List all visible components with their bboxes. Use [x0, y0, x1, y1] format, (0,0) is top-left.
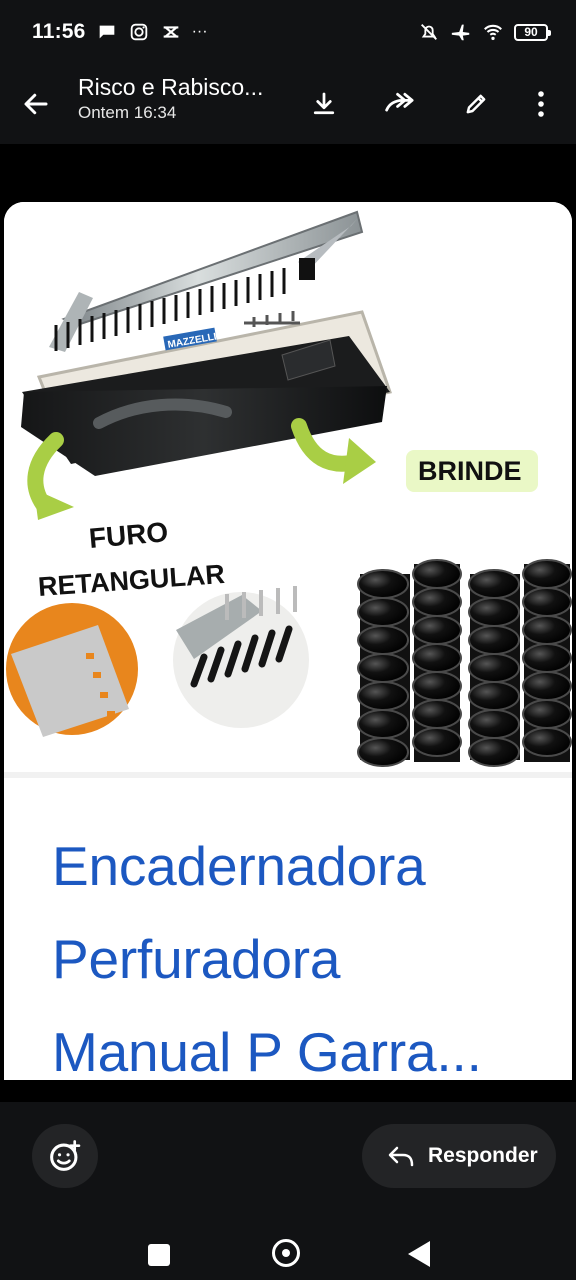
- download-icon: [313, 92, 335, 115]
- battery-indicator: 90: [514, 23, 551, 41]
- emoji-add-icon: [50, 1140, 81, 1171]
- more-vert-icon: [538, 91, 544, 117]
- instagram-icon: [130, 23, 147, 41]
- system-navigation-bar: [0, 1214, 576, 1280]
- product-title-line-1: Encadernadora: [52, 835, 426, 897]
- emoji-reaction-button[interactable]: [32, 1124, 98, 1188]
- message-timestamp: Ontem 16:34: [78, 103, 177, 122]
- muted-bell-icon: [421, 24, 437, 40]
- airplane-icon: [451, 24, 470, 41]
- reply-label: Responder: [428, 1144, 538, 1167]
- pencil-icon: [466, 94, 486, 114]
- more-options-button[interactable]: [514, 64, 568, 144]
- bottom-action-panel: Responder: [0, 1102, 576, 1280]
- card-divider: [4, 772, 572, 778]
- status-time: 11:56: [32, 20, 86, 43]
- download-button[interactable]: [286, 64, 362, 144]
- reply-icon: [388, 1146, 414, 1167]
- link-preview-card[interactable]: MAZZELLI BRINDE FURO RETANGULAR Encadern…: [4, 202, 572, 1080]
- forward-button[interactable]: [362, 64, 438, 144]
- product-title-line-2: Perfuradora: [52, 928, 341, 990]
- status-bar: 11:56 ··· 90: [0, 0, 576, 64]
- back-button[interactable]: [0, 64, 72, 144]
- wifi-icon: [484, 24, 502, 41]
- product-title[interactable]: Encadernadora Perfuradora Manual P Garra…: [52, 820, 552, 1080]
- status-more-icon: ···: [191, 23, 208, 40]
- bottom-area: Responder: [0, 1080, 576, 1280]
- system-back-button[interactable]: [408, 1241, 430, 1267]
- status-left: 11:56 ···: [32, 20, 208, 44]
- chat-title: Risco e Rabisco...: [78, 74, 264, 100]
- chat-bubble-icon: [99, 25, 114, 39]
- forward-icon: [385, 92, 414, 112]
- capcut-icon: [163, 26, 178, 38]
- back-arrow-icon: [24, 93, 48, 115]
- reply-button[interactable]: Responder: [362, 1124, 556, 1188]
- brinde-label: BRINDE: [418, 456, 522, 486]
- media-top-spacer: [0, 144, 576, 202]
- status-right: 90: [418, 21, 551, 43]
- edit-button[interactable]: [438, 64, 514, 144]
- recent-apps-button[interactable]: [148, 1244, 170, 1266]
- product-image[interactable]: MAZZELLI BRINDE FURO RETANGULAR: [4, 202, 572, 772]
- toolbar-actions: [286, 64, 568, 144]
- home-button[interactable]: [272, 1239, 300, 1267]
- product-title-line-3: Manual P Garra...: [52, 1021, 482, 1080]
- top-app-bar: Risco e Rabisco... Ontem 16:34: [0, 64, 576, 144]
- chat-title-block[interactable]: Risco e Rabisco... Ontem 16:34: [78, 72, 288, 124]
